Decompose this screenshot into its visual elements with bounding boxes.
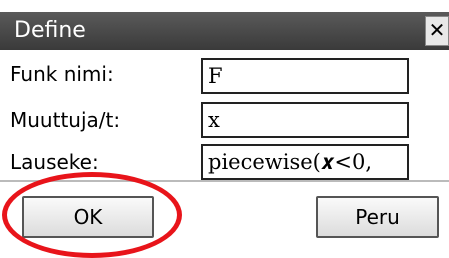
cancel-button[interactable]: Peru — [316, 196, 439, 238]
close-icon[interactable]: ✕ — [425, 16, 449, 46]
dialog-titlebar: Define ✕ — [0, 12, 449, 50]
function-name-label: Funk nimi: — [10, 62, 114, 86]
expression-label: Lauseke: — [10, 150, 99, 174]
ok-button[interactable]: OK — [22, 196, 154, 238]
variables-input[interactable]: x — [201, 102, 409, 138]
define-dialog: Define ✕ Funk nimi: F Muuttuja/t: x Laus… — [0, 0, 449, 258]
function-name-input[interactable]: F — [201, 58, 409, 94]
variables-label: Muuttuja/t: — [10, 108, 121, 132]
dialog-title: Define — [14, 18, 86, 43]
expression-input[interactable]: piecewise(𝒙<0, — [201, 144, 409, 180]
button-row-divider — [0, 180, 449, 182]
